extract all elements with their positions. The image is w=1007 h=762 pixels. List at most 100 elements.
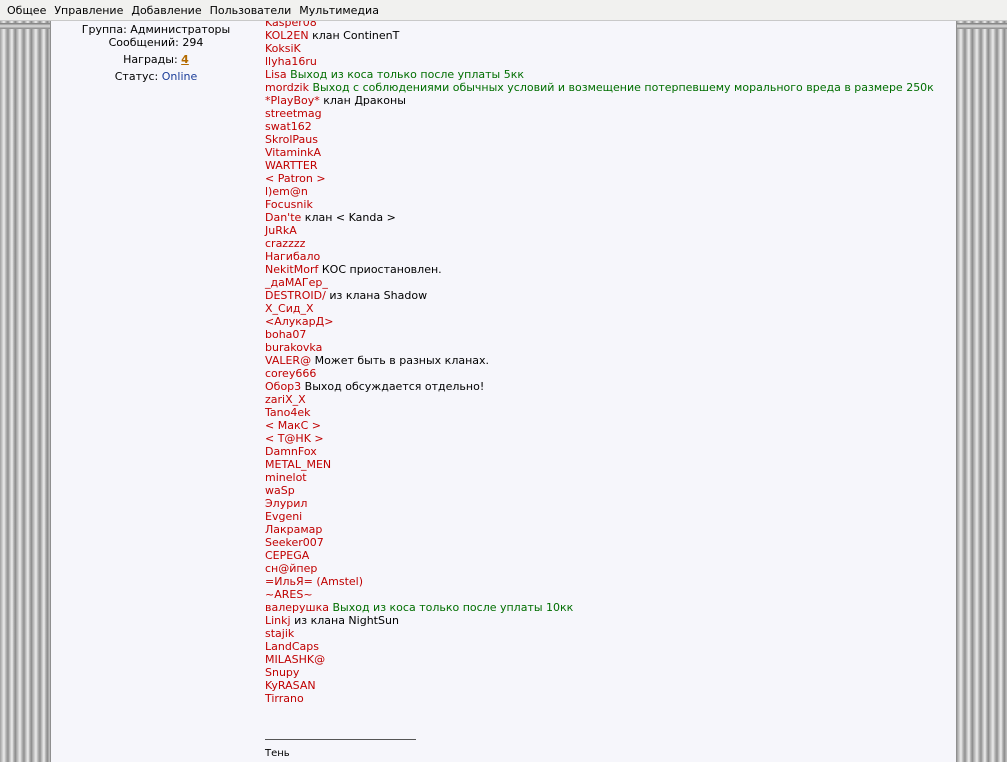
nick-name: Lisa — [265, 68, 287, 81]
nick-name: waSp — [265, 484, 295, 497]
nick-name: KoksiK — [265, 42, 301, 55]
list-item: <АлукарД> — [265, 315, 955, 328]
menu-item-multimedia[interactable]: Мультимедиа — [296, 0, 382, 21]
list-item: сн@йпер — [265, 562, 955, 575]
nick-name: Seeker007 — [265, 536, 324, 549]
list-item: *PlayBoy* клан Драконы — [265, 94, 955, 107]
list-item: Нагибало — [265, 250, 955, 263]
rail-notch — [0, 23, 50, 29]
list-item: crazzzz — [265, 237, 955, 250]
nick-note: Выход с соблюдениями обычных условий и в… — [312, 81, 934, 94]
list-item: VitaminkA — [265, 146, 955, 159]
nick-note: из клана NightSun — [294, 614, 399, 627]
nick-name: burakovka — [265, 341, 323, 354]
list-item: Seeker007 — [265, 536, 955, 549]
nick-name: Tano4ek — [265, 406, 311, 419]
nick-name: DamnFox — [265, 445, 317, 458]
list-item: swat162 — [265, 120, 955, 133]
list-item: stajik — [265, 627, 955, 640]
list-item: валерушка Выход из коса только после упл… — [265, 601, 955, 614]
status-online: Online — [161, 70, 198, 83]
list-item: mordzik Выход с соблюдениями обычных усл… — [265, 81, 955, 94]
nick-name: NekitMorf — [265, 263, 319, 276]
nick-name: minelot — [265, 471, 307, 484]
nick-name: stajik — [265, 627, 295, 640]
nick-note: клан ContinenT — [312, 29, 400, 42]
list-item: Dan'te клан < Kanda > — [265, 211, 955, 224]
menu-item-general[interactable]: Общее — [4, 0, 49, 21]
list-item: Linkj из клана NightSun — [265, 614, 955, 627]
nick-name: zariX_X — [265, 393, 306, 406]
list-item: =ИльЯ= (Amstel) — [265, 575, 955, 588]
status-label: Статус: — [114, 70, 159, 83]
list-item: burakovka — [265, 341, 955, 354]
list-item: Обор3 Выход обсуждается отдельно! — [265, 380, 955, 393]
nick-name: CEPEGA — [265, 549, 310, 562]
nick-name: corey666 — [265, 367, 317, 380]
left-decorative-rail — [0, 21, 50, 762]
nick-note: Может быть в разных кланах. — [314, 354, 490, 367]
author-profile: Группа: Администраторы Сообщений: 294 На… — [51, 21, 261, 83]
profile-status: Статус: Online — [51, 70, 261, 83]
nick-name: < МакС > — [265, 419, 321, 432]
nick-name: Tirrano — [265, 692, 304, 705]
nick-name: < T@HK > — [265, 432, 324, 445]
list-item: WARTTER — [265, 159, 955, 172]
rail-notch — [957, 23, 1007, 29]
right-decorative-rail — [957, 21, 1007, 762]
list-item: Snupy — [265, 666, 955, 679]
nick-name: _даМАГер_ — [265, 276, 328, 289]
nick-name: KyRASAN — [265, 679, 316, 692]
nick-name: VALER@ — [265, 354, 312, 367]
nick-name: METAL_MEN — [265, 458, 332, 471]
nick-name: X_Сид_X — [265, 302, 314, 315]
list-item: DESTROID/ из клана Shadow — [265, 289, 955, 302]
profile-group: Группа: Администраторы — [81, 23, 231, 36]
nick-name: KOL2EN — [265, 29, 309, 42]
nick-note: клан < Kanda > — [304, 211, 396, 224]
nick-name: Evgeni — [265, 510, 303, 523]
awards-label: Награды: — [123, 53, 178, 66]
list-item: Tirrano — [265, 692, 955, 705]
list-item: JuRkA — [265, 224, 955, 237]
nick-name: Focusnik — [265, 198, 313, 211]
awards-link[interactable]: 4 — [181, 53, 189, 66]
list-item: < T@HK > — [265, 432, 955, 445]
menu-item-add[interactable]: Добавление — [128, 0, 204, 21]
nick-note: КОС приостановлен. — [321, 263, 442, 276]
nick-name: crazzzz — [265, 237, 306, 250]
menu-bar: Общее Управление Добавление Пользователи… — [0, 0, 1007, 21]
list-item: LandCaps — [265, 640, 955, 653]
nick-name: WARTTER — [265, 159, 318, 172]
nick-name: llyha16ru — [265, 55, 317, 68]
nick-name: <АлукарД> — [265, 315, 334, 328]
nick-name: l)em@n — [265, 185, 308, 198]
list-item: VALER@ Может быть в разных кланах. — [265, 354, 955, 367]
list-item: waSp — [265, 484, 955, 497]
nick-name: валерушка — [265, 601, 329, 614]
nick-name: Обор3 — [265, 380, 302, 393]
list-item: _даМАГер_ — [265, 276, 955, 289]
menu-item-management[interactable]: Управление — [51, 0, 126, 21]
list-item: DamnFox — [265, 445, 955, 458]
nick-name: Лакрамар — [265, 523, 323, 536]
list-item: Tano4ek — [265, 406, 955, 419]
list-item: corey666 — [265, 367, 955, 380]
profile-posts: Сообщений: 294 — [108, 36, 204, 49]
list-item: < МакС > — [265, 419, 955, 432]
list-item: Элурил — [265, 497, 955, 510]
list-item: NekitMorf КОС приостановлен. — [265, 263, 955, 276]
nick-name: boha07 — [265, 328, 307, 341]
nick-name: Dan'te — [265, 211, 302, 224]
nick-name: Linkj — [265, 614, 291, 627]
list-item: Kasper08 — [265, 21, 955, 29]
menu-item-users[interactable]: Пользователи — [207, 0, 295, 21]
list-item: METAL_MEN — [265, 458, 955, 471]
list-item: Evgeni — [265, 510, 955, 523]
nick-name: Snupy — [265, 666, 300, 679]
nick-name: Kasper08 — [265, 21, 317, 29]
list-item: KOL2EN клан ContinenT — [265, 29, 955, 42]
list-item: boha07 — [265, 328, 955, 341]
nick-name: LandCaps — [265, 640, 319, 653]
list-item: minelot — [265, 471, 955, 484]
